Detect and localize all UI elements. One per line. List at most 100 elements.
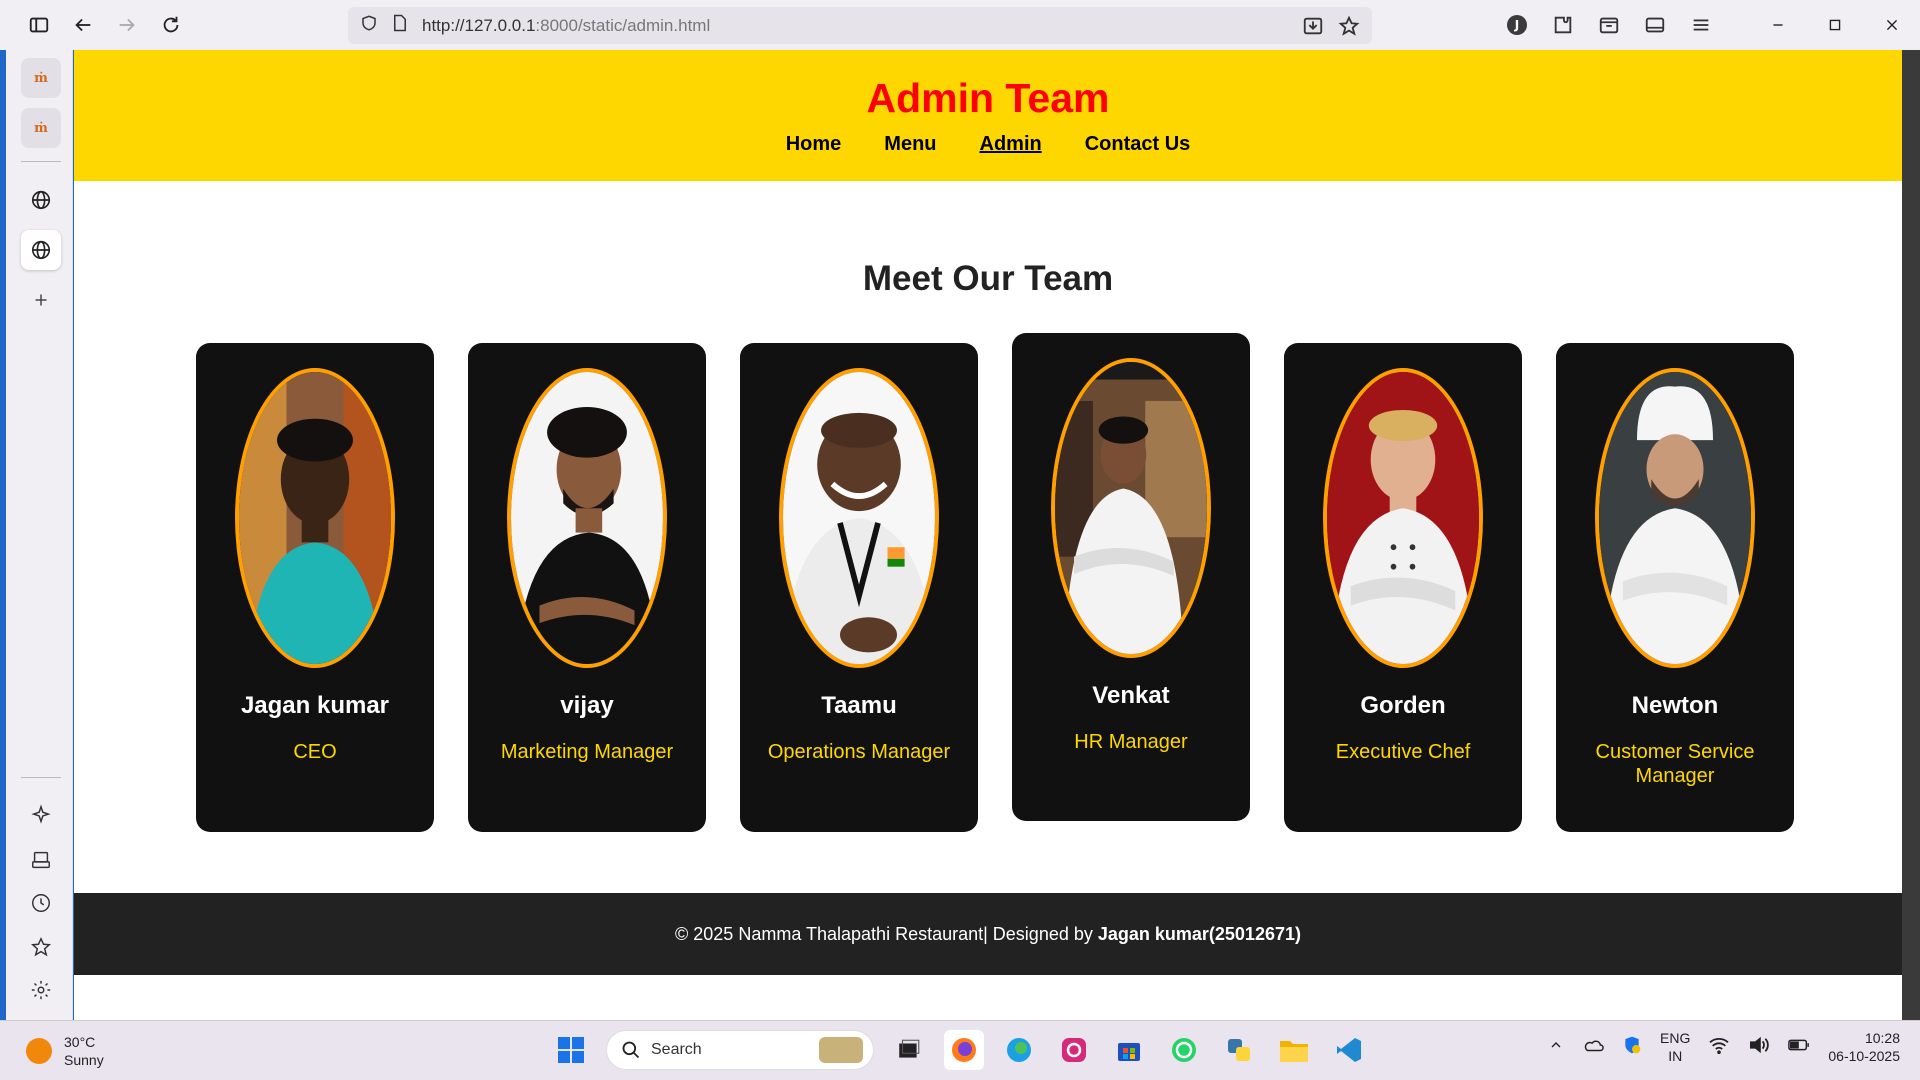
sidebar-divider: [21, 161, 61, 162]
member-role: Operations Manager: [767, 741, 951, 763]
settings-button[interactable]: [21, 970, 61, 1010]
tab-favicon-2[interactable]: ṁ: [21, 108, 61, 148]
windows-taskbar: 30°C Sunny Search ENG IN 10:28 06-10-202…: [0, 1020, 1920, 1080]
reload-icon[interactable]: [149, 3, 193, 47]
address-bar[interactable]: http://127.0.0.1:8000/static/admin.html: [348, 7, 1372, 44]
tab-favicon-1[interactable]: ṁ: [21, 58, 61, 98]
devices-icon: [32, 851, 50, 869]
team-card: vijay Marketing Manager: [468, 343, 706, 832]
member-photo: [507, 368, 667, 668]
close-icon[interactable]: [1863, 0, 1920, 50]
sparkle-icon: [31, 804, 51, 824]
shield-icon[interactable]: [360, 14, 378, 37]
sidebar-divider: [21, 777, 61, 778]
member-role: Marketing Manager: [500, 741, 674, 763]
synced-tabs-button[interactable]: [21, 840, 61, 880]
instagram-icon[interactable]: [1054, 1030, 1094, 1070]
member-role: Executive Chef: [1335, 741, 1471, 763]
member-name: Newton: [1631, 692, 1719, 719]
battery-icon[interactable]: [1788, 1038, 1810, 1057]
sun-icon: [26, 1038, 52, 1064]
site-header: Admin Team Home Menu Admin Contact Us: [74, 50, 1902, 181]
history-button[interactable]: [21, 883, 61, 923]
firefox-icon[interactable]: [944, 1030, 984, 1070]
url-path: :8000/static/admin.html: [535, 15, 711, 35]
clock-date: 06-10-2025: [1828, 1048, 1900, 1064]
volume-icon[interactable]: [1748, 1036, 1770, 1059]
page-viewport: Admin Team Home Menu Admin Contact Us Me…: [74, 50, 1902, 1020]
edge-icon[interactable]: [999, 1030, 1039, 1070]
search-highlight-icon: [819, 1037, 863, 1063]
weather-widget[interactable]: 30°C Sunny: [26, 1033, 104, 1069]
nav-contact-us[interactable]: Contact Us: [1085, 133, 1191, 156]
tab-globe-2[interactable]: [21, 230, 61, 270]
profile-avatar[interactable]: J: [1495, 3, 1539, 47]
footer-text: © 2025 Namma Thalapathi Restaurant| Desi…: [675, 923, 1098, 944]
extensions-icon[interactable]: [1541, 3, 1585, 47]
tab-globe-1[interactable]: [21, 180, 61, 220]
profile-initial: J: [1507, 15, 1527, 35]
tray-chevron-icon[interactable]: [1548, 1037, 1564, 1058]
member-photo: [779, 368, 939, 668]
bookmarks-button[interactable]: [21, 927, 61, 967]
site-footer: © 2025 Namma Thalapathi Restaurant| Desi…: [74, 893, 1902, 975]
region-code: IN: [1668, 1048, 1683, 1064]
member-photo: [235, 368, 395, 668]
member-name: Jagan kumar: [240, 692, 390, 719]
wifi-icon[interactable]: [1708, 1036, 1730, 1059]
language-code: ENG: [1660, 1030, 1691, 1046]
member-role: Customer Service Manager: [1595, 741, 1755, 787]
minimize-icon[interactable]: [1749, 0, 1806, 50]
plus-icon: [35, 294, 47, 306]
url-host: http://127.0.0.1: [422, 15, 536, 35]
page-title: Admin Team: [866, 75, 1110, 121]
member-role: CEO: [293, 741, 337, 763]
bookmark-star-icon[interactable]: [1334, 11, 1364, 41]
file-explorer-icon[interactable]: [1274, 1030, 1314, 1070]
ai-chatbot-button[interactable]: [21, 795, 61, 835]
url-text[interactable]: http://127.0.0.1:8000/static/admin.html: [422, 16, 710, 36]
weather-desc: Sunny: [64, 1052, 104, 1068]
team-card: Newton Customer Service Manager: [1556, 343, 1794, 832]
clock-time: 10:28: [1864, 1030, 1900, 1046]
forward-icon[interactable]: [105, 3, 149, 47]
member-name: vijay: [560, 692, 614, 719]
member-name: Venkat: [1092, 682, 1170, 709]
whatsapp-icon[interactable]: [1164, 1030, 1204, 1070]
taskbar-search[interactable]: Search: [606, 1030, 874, 1070]
team-card: Jagan kumar CEO: [196, 343, 434, 832]
back-icon[interactable]: [61, 3, 105, 47]
page-info-icon[interactable]: [392, 14, 408, 37]
new-tab-button[interactable]: [21, 280, 61, 320]
browser-sidebar: ṁ ṁ: [0, 50, 73, 1020]
python-icon[interactable]: [1219, 1030, 1259, 1070]
section-title: Meet Our Team: [862, 259, 1114, 298]
menu-icon[interactable]: [1679, 3, 1723, 47]
reader-view-icon[interactable]: [1633, 3, 1677, 47]
team-grid: Jagan kumar CEO vijay Marketing Manager: [196, 333, 1794, 843]
member-photo: [1595, 368, 1755, 668]
task-view-icon[interactable]: [889, 1030, 929, 1070]
nav-admin[interactable]: Admin: [980, 133, 1042, 156]
download-icon[interactable]: [1298, 11, 1328, 41]
sidebar-toggle-icon[interactable]: [17, 3, 61, 47]
start-button[interactable]: [551, 1030, 591, 1070]
onedrive-icon[interactable]: [1582, 1037, 1604, 1058]
search-icon: [622, 1041, 640, 1059]
footer-author: Jagan kumar(25012671): [1097, 923, 1301, 944]
clock[interactable]: 10:28 06-10-2025: [1828, 1029, 1900, 1065]
store-icon[interactable]: [1109, 1030, 1149, 1070]
security-icon[interactable]: [1622, 1034, 1642, 1061]
gear-icon: [31, 980, 51, 1000]
language-indicator[interactable]: ENG IN: [1660, 1029, 1690, 1065]
member-role: HR Manager: [1074, 731, 1188, 753]
nav-menu[interactable]: Menu: [884, 133, 936, 156]
container-icon[interactable]: [1587, 3, 1631, 47]
star-icon: [30, 937, 52, 957]
search-placeholder: Search: [651, 1041, 702, 1058]
nav-home[interactable]: Home: [786, 133, 842, 156]
vscode-icon[interactable]: [1329, 1030, 1369, 1070]
windows-logo-icon: [558, 1037, 584, 1063]
maximize-icon[interactable]: [1806, 0, 1863, 50]
member-photo: [1323, 368, 1483, 668]
